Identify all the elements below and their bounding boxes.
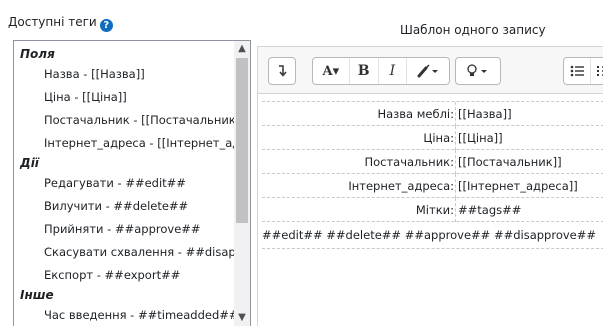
template-label: Шаблон одного запису: [400, 23, 546, 37]
row-label-price: Ціна:: [423, 131, 454, 145]
row-label-url: Інтернет_адреса:: [348, 179, 454, 193]
available-tags-list[interactable]: Поля Назва - [[Назва]] Ціна - [[Ціна]] П…: [13, 40, 251, 326]
font-style-button[interactable]: A▾: [313, 58, 350, 84]
question-circle-icon[interactable]: ?: [99, 19, 113, 32]
italic-button[interactable]: I: [379, 58, 408, 84]
template-row-name: Назва меблі: [[Назва]]: [262, 101, 603, 126]
tag-option-approve[interactable]: Прийняти - ##approve##: [44, 220, 201, 238]
row-label-tags: Мітки:: [415, 203, 454, 217]
template-row-price: Ціна: [[Ціна]]: [262, 125, 603, 150]
row-label-supplier: Постачальник:: [364, 155, 454, 169]
template-actions-line: ##edit## ##delete## ##approve## ##disapp…: [262, 221, 603, 249]
tag-option-name[interactable]: Назва - [[Назва]]: [44, 65, 145, 83]
tag-option-export[interactable]: Експорт - ##export##: [44, 266, 180, 284]
tag-option-price[interactable]: Ціна - [[Ціна]]: [44, 88, 127, 106]
tag-group-actions: Дії: [20, 156, 39, 170]
toolbar-group-lists: [563, 57, 603, 85]
row-label-name: Назва меблі:: [377, 107, 454, 121]
tag-option-supplier[interactable]: Постачальник - [[Постачальник]]: [44, 111, 245, 129]
bullet-list-icon[interactable]: [564, 58, 591, 84]
numbered-list-icon[interactable]: [591, 58, 603, 84]
template-row-supplier: Постачальник: [[Постачальник]]: [262, 149, 603, 174]
row-value-price: [[Ціна]]: [458, 131, 503, 145]
collapse-toolbar-icon[interactable]: [269, 58, 295, 84]
tag-group-fields: Поля: [20, 47, 55, 61]
row-value-name: [[Назва]]: [458, 107, 512, 121]
row-value-supplier: [[Постачальник]]: [458, 155, 562, 169]
template-editor[interactable]: A▾ B I Назва меблі: [[Назва]] Ціна: [[Ці…: [257, 46, 603, 326]
lightbulb-icon[interactable]: [456, 58, 500, 84]
editor-toolbar: A▾ B I: [258, 47, 603, 94]
available-tags-label: Доступні теги: [8, 15, 97, 29]
scroll-down-arrow-icon[interactable]: ▼: [234, 310, 250, 326]
scroll-thumb[interactable]: [236, 58, 248, 223]
template-row-url: Інтернет_адреса: [[Інтернет_адреса]]: [262, 173, 603, 198]
toolbar-group-collapse: [268, 57, 296, 85]
paintbrush-icon[interactable]: [407, 58, 449, 84]
tag-option-disapprove[interactable]: Скасувати схвалення - ##disapprove##: [44, 243, 250, 261]
tag-option-url[interactable]: Інтернет_адреса - [[Інтернет_адреса]]: [44, 134, 250, 152]
row-value-tags: ##tags##: [458, 203, 522, 217]
tag-option-timeadded[interactable]: Час введення - ##timeadded##: [44, 306, 239, 324]
template-row-tags: Мітки: ##tags##: [262, 197, 603, 222]
toolbar-group-format: A▾ B I: [312, 57, 450, 85]
available-tags-heading: Доступні теги?: [8, 15, 113, 32]
tag-option-edit[interactable]: Редагувати - ##edit##: [44, 174, 186, 192]
tag-list-scrollbar[interactable]: ▲ ▼: [234, 41, 250, 326]
toolbar-group-insert: [455, 57, 501, 85]
bold-button[interactable]: B: [350, 58, 379, 84]
row-value-url: [[Інтернет_адреса]]: [458, 179, 578, 193]
tag-option-delete[interactable]: Вилучити - ##delete##: [44, 197, 188, 215]
tag-group-other: Інше: [20, 288, 54, 302]
scroll-up-arrow-icon[interactable]: ▲: [234, 41, 250, 57]
